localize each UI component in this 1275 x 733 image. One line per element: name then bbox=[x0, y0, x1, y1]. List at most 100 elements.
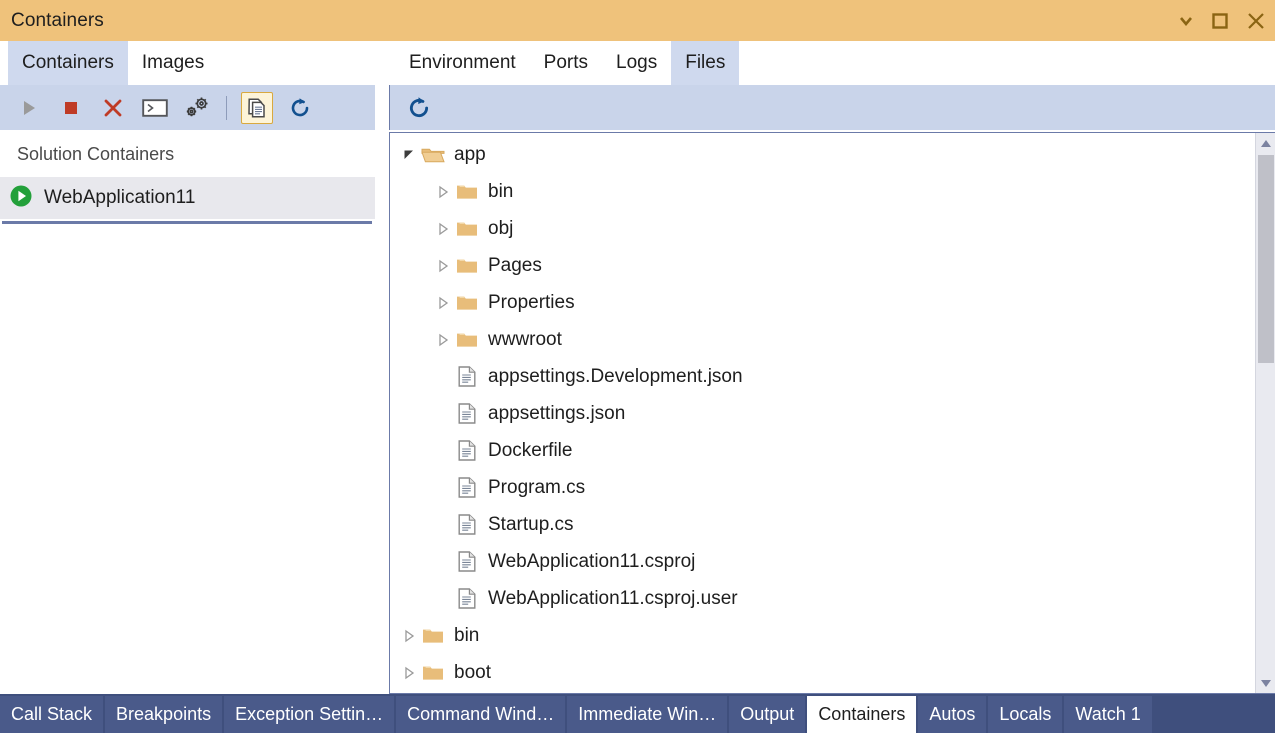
collapsed-triangle-icon[interactable] bbox=[432, 284, 454, 321]
list-item[interactable]: WebApplication11 bbox=[0, 177, 375, 219]
solution-containers-header: Solution Containers bbox=[0, 130, 375, 177]
file-icon bbox=[454, 477, 480, 498]
containers-tool-window: Containers Containers Images bbox=[0, 0, 1275, 733]
tab-environment[interactable]: Environment bbox=[395, 41, 530, 85]
tree-node[interactable]: Pages bbox=[390, 247, 1255, 284]
solution-containers-label: Solution Containers bbox=[17, 144, 174, 165]
dock-tab-locals[interactable]: Locals bbox=[988, 696, 1062, 733]
collapsed-triangle-icon[interactable] bbox=[432, 173, 454, 210]
tool-window-body: Containers Images bbox=[0, 41, 1275, 694]
dock-tab-call-stack[interactable]: Call Stack bbox=[0, 696, 103, 733]
file-icon bbox=[454, 403, 480, 424]
file-icon bbox=[454, 551, 480, 572]
dock-tab-label: Command Wind… bbox=[407, 704, 554, 725]
dock-tab-label: Watch 1 bbox=[1075, 704, 1140, 725]
chevron-down-icon[interactable] bbox=[1169, 0, 1203, 41]
tree-node[interactable]: Dockerfile bbox=[390, 432, 1255, 469]
tree-node-label: WebApplication11.csproj bbox=[480, 551, 695, 573]
dock-tab-command-wind[interactable]: Command Wind… bbox=[396, 696, 565, 733]
tree-node[interactable]: bin bbox=[390, 617, 1255, 654]
tab-ports[interactable]: Ports bbox=[530, 41, 602, 85]
dock-tab-label: Exception Settin… bbox=[235, 704, 383, 725]
folder-icon bbox=[420, 626, 446, 645]
tree-node-label: bin bbox=[446, 625, 479, 647]
tab-ports-label: Ports bbox=[544, 52, 588, 74]
tree-node-label: wwwroot bbox=[480, 329, 562, 351]
dock-tab-containers[interactable]: Containers bbox=[807, 696, 916, 733]
tree-node-label: Program.cs bbox=[480, 477, 585, 499]
tab-images[interactable]: Images bbox=[128, 41, 218, 85]
expanded-triangle-icon[interactable] bbox=[398, 136, 420, 173]
scrollbar-track[interactable] bbox=[1256, 153, 1275, 673]
tree-node[interactable]: bin bbox=[390, 173, 1255, 210]
window-title: Containers bbox=[0, 10, 104, 32]
tab-files[interactable]: Files bbox=[671, 41, 739, 85]
dock-tab-autos[interactable]: Autos bbox=[918, 696, 986, 733]
tree-node[interactable]: boot bbox=[390, 654, 1255, 691]
tree-node-label: obj bbox=[480, 218, 513, 240]
tree-node-label: boot bbox=[446, 662, 491, 684]
play-icon[interactable] bbox=[14, 93, 44, 123]
tree-indent-spacer bbox=[432, 358, 454, 395]
file-icon bbox=[454, 514, 480, 535]
tree-node[interactable]: wwwroot bbox=[390, 321, 1255, 358]
containers-list-pane: Containers Images bbox=[0, 41, 375, 694]
refresh-icon[interactable] bbox=[404, 93, 434, 123]
container-name: WebApplication11 bbox=[44, 187, 195, 209]
tree-node-label: appsettings.json bbox=[480, 403, 625, 425]
left-tabstrip: Containers Images bbox=[0, 41, 375, 85]
scroll-up-arrow-icon[interactable] bbox=[1256, 133, 1275, 153]
dock-tab-label: Containers bbox=[818, 704, 905, 725]
collapsed-triangle-icon[interactable] bbox=[398, 654, 420, 691]
stop-icon[interactable] bbox=[56, 93, 86, 123]
file-tree[interactable]: appbinobjPagesPropertieswwwrootappsettin… bbox=[390, 133, 1255, 693]
dock-tab-label: Immediate Win… bbox=[578, 704, 716, 725]
tree-indent-spacer bbox=[432, 469, 454, 506]
dock-tab-immediate-win[interactable]: Immediate Win… bbox=[567, 696, 727, 733]
tree-node[interactable]: WebApplication11.csproj.user bbox=[390, 580, 1255, 617]
terminal-icon[interactable] bbox=[140, 93, 170, 123]
tab-containers[interactable]: Containers bbox=[8, 41, 128, 85]
scroll-down-arrow-icon[interactable] bbox=[1256, 673, 1275, 693]
pane-splitter[interactable] bbox=[375, 41, 385, 694]
tab-files-label: Files bbox=[685, 52, 725, 74]
container-list: WebApplication11 bbox=[0, 177, 375, 224]
tree-node[interactable]: WebApplication11.csproj bbox=[390, 543, 1255, 580]
dock-tab-output[interactable]: Output bbox=[729, 696, 805, 733]
refresh-icon[interactable] bbox=[285, 93, 315, 123]
dock-tab-watch-1[interactable]: Watch 1 bbox=[1064, 696, 1151, 733]
tab-containers-label: Containers bbox=[22, 52, 114, 74]
documents-icon[interactable] bbox=[241, 92, 273, 124]
tree-indent-spacer bbox=[432, 395, 454, 432]
tab-logs[interactable]: Logs bbox=[602, 41, 671, 85]
collapsed-triangle-icon[interactable] bbox=[398, 617, 420, 654]
tree-node[interactable]: Startup.cs bbox=[390, 506, 1255, 543]
tree-node[interactable]: Program.cs bbox=[390, 469, 1255, 506]
collapsed-triangle-icon[interactable] bbox=[432, 321, 454, 358]
folder-icon bbox=[454, 330, 480, 349]
toolbar-separator bbox=[226, 96, 227, 120]
folder-icon bbox=[454, 256, 480, 275]
file-icon bbox=[454, 440, 480, 461]
vertical-scrollbar[interactable] bbox=[1255, 133, 1275, 693]
files-toolbar bbox=[389, 85, 1275, 130]
tree-node-label: WebApplication11.csproj.user bbox=[480, 588, 738, 610]
dock-tab-exception-settin[interactable]: Exception Settin… bbox=[224, 696, 394, 733]
collapsed-triangle-icon[interactable] bbox=[432, 210, 454, 247]
gears-icon[interactable] bbox=[182, 93, 212, 123]
tree-node[interactable]: appsettings.Development.json bbox=[390, 358, 1255, 395]
collapsed-triangle-icon[interactable] bbox=[432, 247, 454, 284]
dock-tab-label: Call Stack bbox=[11, 704, 92, 725]
close-x-icon[interactable] bbox=[98, 93, 128, 123]
tree-node-label: Pages bbox=[480, 255, 542, 277]
close-icon[interactable] bbox=[1237, 0, 1275, 41]
tree-node[interactable]: app bbox=[390, 136, 1255, 173]
tree-node[interactable]: Properties bbox=[390, 284, 1255, 321]
dock-tab-breakpoints[interactable]: Breakpoints bbox=[105, 696, 222, 733]
tree-node-label: Properties bbox=[480, 292, 575, 314]
tree-node[interactable]: appsettings.json bbox=[390, 395, 1255, 432]
maximize-icon[interactable] bbox=[1203, 0, 1237, 41]
tree-node[interactable]: obj bbox=[390, 210, 1255, 247]
tree-indent-spacer bbox=[432, 506, 454, 543]
scrollbar-thumb[interactable] bbox=[1258, 155, 1274, 363]
